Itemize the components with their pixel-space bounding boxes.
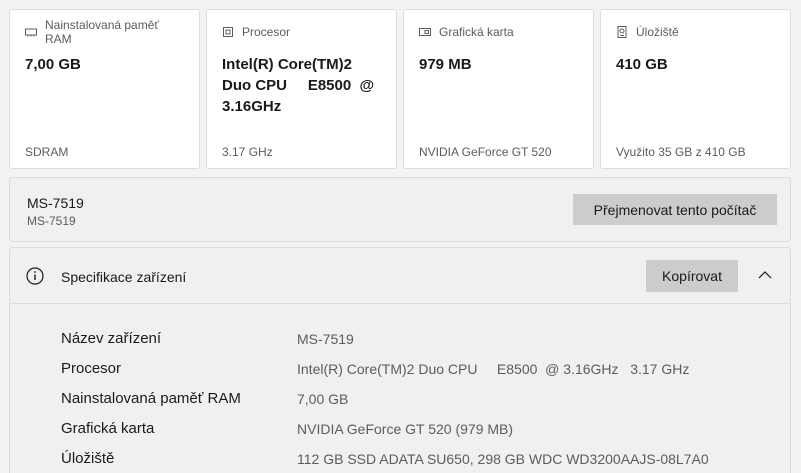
spec-row-graphics: Grafická karta NVIDIA GeForce GT 520 (97…: [10, 416, 790, 446]
card-title: Úložiště: [636, 25, 679, 39]
card-value: Intel(R) Core(TM)2 Duo CPU E8500 @ 3.16G…: [222, 56, 375, 115]
spec-value: 7,00 GB: [297, 391, 349, 407]
card-value: 410 GB: [616, 56, 668, 73]
info-icon: [26, 267, 44, 285]
card-title: Procesor: [242, 25, 291, 39]
card-value: 979 MB: [419, 56, 472, 73]
spec-value: 112 GB SSD ADATA SU650, 298 GB WDC WD320…: [297, 451, 709, 467]
storage-card: Úložiště 410 GB Využito 35 GB z 410 GB: [600, 9, 791, 169]
specs-title: Specifikace zařízení: [61, 269, 187, 285]
spec-key: Úložiště: [61, 450, 115, 467]
spec-value: Intel(R) Core(TM)2 Duo CPU E8500 @ 3.16G…: [297, 361, 690, 377]
device-name: MS-7519: [27, 195, 84, 211]
spec-value: NVIDIA GeForce GT 520 (979 MB): [297, 421, 514, 437]
ram-icon: [25, 26, 37, 38]
hardware-summary-cards: Nainstalovaná paměť RAM 7,00 GB SDRAM Pr…: [9, 9, 791, 169]
card-title: Grafická karta: [439, 25, 514, 39]
storage-icon: [616, 26, 628, 38]
copy-button[interactable]: Kopírovat: [646, 260, 738, 292]
graphics-card-card: Grafická karta 979 MB NVIDIA GeForce GT …: [403, 9, 594, 169]
device-model: MS-7519: [27, 214, 76, 228]
processor-card: Procesor Intel(R) Core(TM)2 Duo CPU E850…: [206, 9, 397, 169]
card-footer: NVIDIA GeForce GT 520: [419, 145, 552, 159]
device-specs-panel: Specifikace zařízení Kopírovat Název zař…: [9, 247, 791, 473]
spec-row-ram: Nainstalovaná paměť RAM 7,00 GB: [10, 386, 790, 416]
card-title: Nainstalovaná paměť RAM: [45, 18, 159, 46]
spec-row-processor: Procesor Intel(R) Core(TM)2 Duo CPU E850…: [10, 356, 790, 386]
rename-pc-button[interactable]: Přejmenovat tento počítač: [573, 194, 777, 225]
chevron-up-icon[interactable]: [758, 268, 772, 282]
cpu-icon: [222, 26, 234, 38]
device-name-panel: MS-7519 MS-7519 Přejmenovat tento počíta…: [9, 177, 791, 242]
card-footer: Využito 35 GB z 410 GB: [616, 145, 746, 159]
spec-row-storage: Úložiště 112 GB SSD ADATA SU650, 298 GB …: [10, 446, 790, 473]
card-footer: SDRAM: [25, 145, 69, 159]
spec-key: Grafická karta: [61, 420, 155, 437]
spec-key: Nainstalovaná paměť RAM: [61, 390, 241, 407]
ram-card: Nainstalovaná paměť RAM 7,00 GB SDRAM: [9, 9, 200, 169]
spec-row-device-name: Název zařízení MS-7519: [10, 326, 790, 356]
specs-list: Název zařízení MS-7519 Procesor Intel(R)…: [10, 326, 790, 473]
card-value: 7,00 GB: [25, 56, 81, 73]
gpu-icon: [419, 26, 431, 38]
specs-header[interactable]: Specifikace zařízení Kopírovat: [10, 248, 790, 304]
card-footer: 3.17 GHz: [222, 145, 273, 159]
spec-key: Název zařízení: [61, 330, 162, 347]
spec-value: MS-7519: [297, 331, 354, 347]
spec-key: Procesor: [61, 360, 122, 377]
